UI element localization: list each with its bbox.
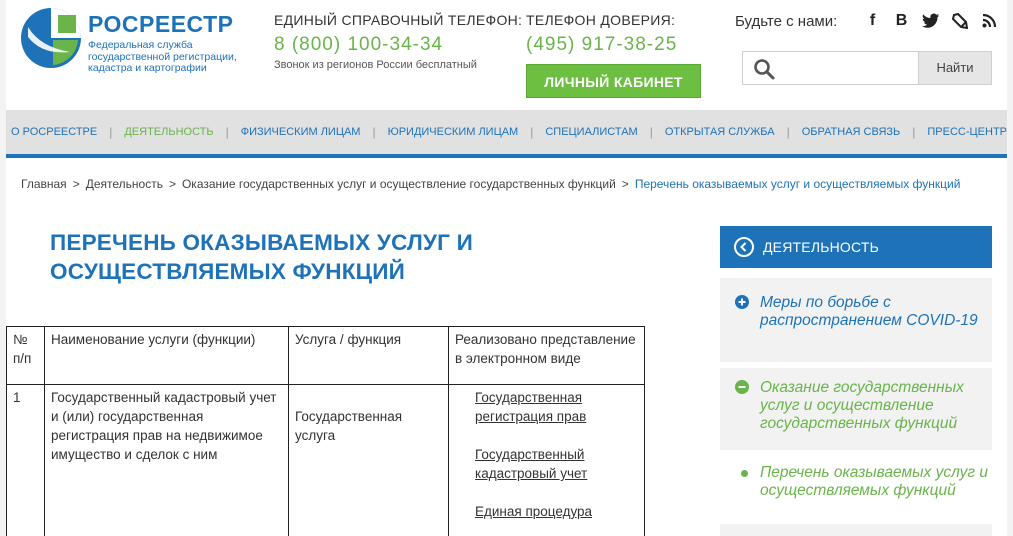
sidebar-item-label: Меры по борьбе с распространением COVID-… (760, 294, 978, 329)
rss-icon[interactable] (974, 10, 1003, 32)
vk-icon[interactable]: B (887, 10, 916, 32)
breadcrumb-separator: > (621, 177, 629, 191)
trust-line-label: ТЕЛЕФОН ДОВЕРИЯ: (526, 12, 676, 28)
social-icons: f B (858, 10, 1003, 32)
breadcrumb-separator: > (168, 177, 176, 191)
sidebar-item-label: Перечень оказываемых услуг и осуществляе… (760, 464, 988, 499)
rosreestr-logo[interactable] (20, 7, 82, 69)
search-button[interactable]: Найти (918, 52, 991, 84)
search-box: Найти (742, 51, 992, 85)
hotline-label: ЕДИНЫЙ СПРАВОЧНЫЙ ТЕЛЕФОН: (274, 12, 523, 28)
link-unified-procedure[interactable]: Единая процедура (475, 502, 638, 521)
hotline-block: ЕДИНЫЙ СПРАВОЧНЫЙ ТЕЛЕФОН: 8 (800) 100-3… (274, 12, 522, 71)
nav-separator: | (912, 125, 916, 139)
nav-item-open-service[interactable]: ОТКРЫТАЯ СЛУЖБА (665, 126, 775, 138)
livejournal-icon[interactable] (945, 10, 974, 32)
breadcrumb-home[interactable]: Главная (21, 177, 67, 191)
brand-name[interactable]: РОСРЕЕСТР (88, 11, 234, 38)
sidebar-item-label: Оказание государственных услуг и осущест… (760, 379, 964, 432)
nav-separator: | (530, 125, 534, 139)
sidebar-item-services-list[interactable]: Перечень оказываемых услуг и осуществляе… (720, 456, 992, 518)
hotline-number[interactable]: 8 (800) 100-34-34 (274, 34, 522, 56)
brand-subtitle-line: Федеральная служба (88, 39, 193, 51)
table-header-row: № п/п Наименование услуги (функции) Услу… (6, 326, 645, 385)
twitter-icon[interactable] (916, 10, 945, 32)
sidebar-header-label: ДЕЯТЕЛЬНОСТЬ (763, 239, 879, 255)
breadcrumb-separator: > (72, 177, 80, 191)
facebook-icon[interactable]: f (858, 10, 887, 32)
row-electronic-links: Государственная регистрация прав Государ… (448, 384, 645, 536)
back-arrow-icon (734, 237, 754, 257)
sidebar-header[interactable]: ДЕЯТЕЛЬНОСТЬ (720, 226, 992, 268)
social-label: Будьте с нами: (735, 13, 838, 30)
hotline-note: Звонок из регионов России бесплатный (274, 59, 477, 71)
breadcrumb-current: Перечень оказываемых услуг и осуществляе… (634, 177, 961, 191)
nav-separator: | (786, 125, 790, 139)
search-icon (754, 59, 775, 80)
trust-line-block: ТЕЛЕФОН ДОВЕРИЯ: (495) 917-38-25 (526, 12, 677, 56)
sidebar-item-next (720, 524, 992, 536)
services-table: № п/п Наименование услуги (функции) Услу… (6, 326, 645, 536)
nav-separator: | (225, 125, 229, 139)
column-header-number: № п/п (6, 326, 45, 385)
page-edge-right (1007, 0, 1013, 536)
column-header-electronic: Реализовано представление в электронном … (448, 326, 645, 385)
nav-item-specialists[interactable]: СПЕЦИАЛИСТАМ (545, 126, 637, 138)
table-row: 1 Государственный кадастровый учет и (ил… (6, 384, 645, 536)
trust-line-number[interactable]: (495) 917-38-25 (526, 34, 677, 56)
link-cadastral-registration[interactable]: Государственный кадастровый учет (475, 445, 638, 483)
nav-separator: | (109, 125, 113, 139)
nav-separator: | (372, 125, 376, 139)
main-nav: О РОСРЕЕСТРЕ | ДЕЯТЕЛЬНОСТЬ | ФИЗИЧЕСКИМ… (6, 110, 1007, 158)
nav-item-activity[interactable]: ДЕЯТЕЛЬНОСТЬ (124, 126, 213, 138)
column-header-type: Услуга / функция (288, 326, 449, 385)
link-state-registration[interactable]: Государственная регистрация прав (475, 388, 638, 426)
brand-subtitle-line: кадастра и картографии (88, 62, 207, 74)
nav-item-press-center[interactable]: ПРЕСС-ЦЕНТР (927, 126, 1007, 138)
column-header-name: Наименование услуги (функции) (44, 326, 289, 385)
row-number: 1 (6, 384, 45, 536)
breadcrumb: Главная > Деятельность > Оказание государств… (21, 177, 960, 191)
sidebar-item-covid[interactable]: Меры по борьбе с распространением COVID-… (720, 278, 992, 362)
nav-item-individuals[interactable]: ФИЗИЧЕСКИМ ЛИЦАМ (241, 126, 361, 138)
plus-icon (735, 295, 749, 309)
page-title: ПЕРЕЧЕНЬ ОКАЗЫВАЕМЫХ УСЛУГ И ОСУЩЕСТВЛЯЕ… (50, 230, 473, 284)
nav-separator: | (649, 125, 653, 139)
row-service-type: Государственная услуга (288, 384, 449, 536)
search-input[interactable] (783, 53, 917, 83)
brand-subtitle: Федеральная служба государственной регис… (88, 39, 248, 75)
breadcrumb-activity[interactable]: Деятельность (86, 177, 163, 191)
sidebar-item-state-services[interactable]: Оказание государственных услуг и осущест… (720, 368, 992, 450)
nav-item-legal-entities[interactable]: ЮРИДИЧЕСКИМ ЛИЦАМ (388, 126, 519, 138)
nav-item-feedback[interactable]: ОБРАТНАЯ СВЯЗЬ (802, 126, 901, 138)
row-service-name: Государственный кадастровый учет и (или)… (44, 384, 289, 536)
breadcrumb-services[interactable]: Оказание государственных услуг и осущест… (182, 177, 616, 191)
personal-cabinet-button[interactable]: ЛИЧНЫЙ КАБИНЕТ (526, 64, 701, 98)
minus-icon (735, 380, 749, 394)
nav-item-about[interactable]: О РОСРЕЕСТРЕ (11, 126, 97, 138)
bullet-icon (741, 470, 748, 477)
